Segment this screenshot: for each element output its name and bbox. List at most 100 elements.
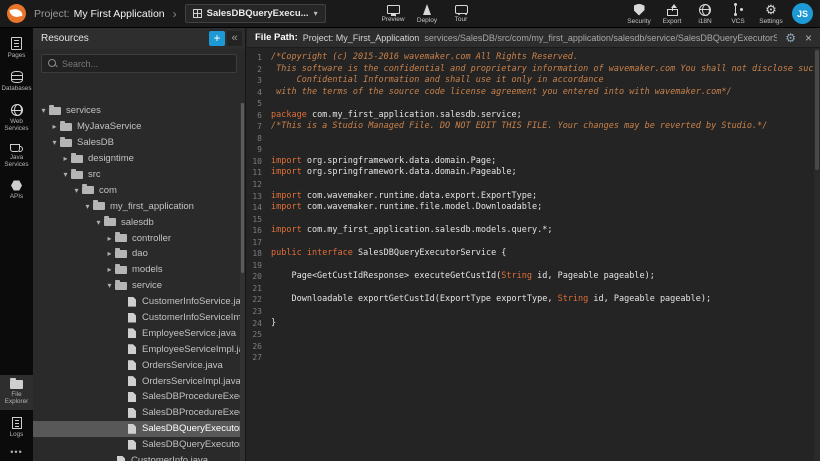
caret-down-icon[interactable]: ▾	[39, 106, 48, 115]
preview-button[interactable]: Preview	[378, 1, 408, 27]
tree-item[interactable]: ▸MyJavaService	[33, 119, 240, 135]
tree-item[interactable]: ▾SalesDB	[33, 135, 240, 151]
code-line: 17	[247, 237, 820, 249]
tree-item[interactable]: ▾com	[33, 182, 240, 198]
line-number: 3	[247, 75, 271, 87]
line-number: 21	[247, 283, 271, 295]
vcs-label: VCS	[731, 18, 744, 25]
tour-button[interactable]: Tour	[446, 1, 476, 27]
tree-item-label: salesdb	[121, 217, 154, 228]
tree-item[interactable]: ▸models	[33, 262, 240, 278]
editor-scrollbar[interactable]	[814, 48, 820, 461]
export-label: Export	[663, 18, 682, 25]
resources-scrollbar-thumb[interactable]	[241, 103, 244, 273]
code-text: Downloadable exportGetCustId(ExportType …	[271, 294, 558, 306]
sidebar-item-databases[interactable]: Databases	[0, 69, 33, 94]
line-number: 6	[247, 110, 271, 122]
tree-item[interactable]: OrdersServiceImpl.java	[33, 373, 240, 389]
resources-scrollbar[interactable]	[240, 103, 245, 461]
code-text: id, Pageable pageable);	[532, 271, 655, 283]
file-dropdown-value: SalesDBQueryExecu...	[207, 8, 309, 19]
project-name[interactable]: My First Application	[74, 8, 165, 20]
code-editor[interactable]: 1/*Copyright (c) 2015-2016 wavemaker.com…	[247, 48, 820, 461]
caret-down-icon[interactable]: ▾	[94, 218, 103, 227]
tree-item[interactable]: EmployeeServiceImpl.java	[33, 341, 240, 357]
close-file-icon[interactable]: ×	[805, 32, 812, 44]
tree-item[interactable]: ▾my_first_application	[33, 198, 240, 214]
caret-down-icon[interactable]: ▾	[105, 281, 114, 290]
line-number: 24	[247, 318, 271, 330]
caret-right-icon[interactable]: ▸	[50, 122, 59, 131]
user-avatar[interactable]: JS	[792, 3, 813, 24]
search-input[interactable]	[62, 59, 230, 69]
file-explorer-icon	[10, 380, 23, 389]
topbar: Project: My First Application › SalesDBQ…	[0, 0, 820, 28]
code-line: 2 This software is the confidential and …	[247, 64, 820, 76]
sidebar-item-more[interactable]: •••	[0, 445, 33, 459]
tree-item[interactable]: ▾ salesdb	[33, 214, 240, 230]
sidebar-item-pages[interactable]: Pages	[0, 35, 33, 61]
caret-down-icon[interactable]: ▾	[50, 138, 59, 147]
file-icon	[128, 297, 136, 307]
editor-scrollbar-thumb[interactable]	[815, 50, 819, 170]
deploy-button[interactable]: Deploy	[412, 1, 442, 27]
resource-tree: ▾services▸MyJavaService▾SalesDB▸designti…	[33, 103, 240, 461]
caret-right-icon[interactable]: ▸	[105, 234, 114, 243]
tree-item[interactable]: ▸dao	[33, 246, 240, 262]
code-line: 8	[247, 133, 820, 145]
settings-button[interactable]: ⚙ Settings	[756, 1, 786, 27]
tree-item[interactable]: ▸designtime	[33, 151, 240, 167]
security-button[interactable]: Security	[624, 1, 654, 27]
tree-item[interactable]: OrdersService.java	[33, 357, 240, 373]
tree-item[interactable]: EmployeeService.java	[33, 325, 240, 341]
main-area: File Path: Project: My_First_Application…	[247, 28, 820, 461]
line-number: 11	[247, 167, 271, 179]
tree-item[interactable]: CustomerInfoService.java	[33, 294, 240, 310]
export-button[interactable]: Export	[657, 1, 687, 27]
file-dropdown[interactable]: SalesDBQueryExecu... ▾	[185, 4, 326, 23]
sidebar-item-apis[interactable]: APIs	[0, 178, 33, 202]
wavemaker-logo-icon[interactable]	[7, 4, 26, 23]
code-line: 1/*Copyright (c) 2015-2016 wavemaker.com…	[247, 52, 820, 64]
resources-search	[41, 54, 237, 73]
i18n-button[interactable]: i18N	[690, 1, 720, 27]
code-line: 26	[247, 341, 820, 353]
tree-item[interactable]: ▾services	[33, 103, 240, 119]
caret-down-icon[interactable]: ▾	[61, 170, 70, 179]
tree-item[interactable]: CustomerInfoServiceImpl.java	[33, 310, 240, 326]
file-explorer-label: File Explorer	[1, 391, 32, 405]
tree-item[interactable]: ▾src	[33, 167, 240, 183]
code-line: 21	[247, 283, 820, 295]
caret-right-icon[interactable]: ▸	[61, 154, 70, 163]
tree-item-label: controller	[132, 233, 171, 244]
caret-down-icon[interactable]: ▾	[72, 186, 81, 195]
tree-item[interactable]: CustomerInfo.java	[33, 453, 240, 461]
tree-item[interactable]: ▸ controller	[33, 230, 240, 246]
topbar-right-actions: Security Export i18N VCS ⚙ Settings	[624, 1, 786, 27]
add-resource-button[interactable]: +	[209, 31, 225, 46]
caret-down-icon[interactable]: ▾	[83, 202, 92, 211]
line-number: 8	[247, 133, 271, 145]
sidebar-item-logs[interactable]: Logs	[0, 415, 33, 440]
preview-icon	[387, 5, 400, 14]
code-line: 22 Downloadable exportGetCustId(ExportTy…	[247, 294, 820, 306]
sidebar-item-java-services[interactable]: Java Services	[0, 142, 33, 170]
sidebar-item-web-services[interactable]: Web Services	[0, 102, 33, 134]
tree-item[interactable]: ▾service	[33, 278, 240, 294]
tree-item[interactable]: SalesDBProcedureExecutorService.java	[33, 389, 240, 405]
tree-item[interactable]: SalesDBProcedureExecutorServiceImpl.java	[33, 405, 240, 421]
sidebar-item-file-explorer[interactable]: File Explorer	[0, 375, 33, 410]
vcs-button[interactable]: VCS	[723, 1, 753, 27]
folder-icon	[71, 155, 83, 163]
caret-right-icon[interactable]: ▸	[105, 265, 114, 274]
deploy-label: Deploy	[417, 17, 437, 24]
code-text: org.springframework.data.domain.Pageable…	[302, 167, 517, 179]
export-icon	[667, 9, 678, 16]
tree-item[interactable]: SalesDBQueryExecutorService.java	[33, 421, 240, 437]
shield-icon	[634, 4, 645, 16]
tree-item[interactable]: SalesDBQueryExecutorServiceImpl.java	[33, 437, 240, 453]
file-settings-gear-icon[interactable]: ⚙	[785, 32, 796, 44]
caret-right-icon[interactable]: ▸	[105, 249, 114, 258]
collapse-panel-icon[interactable]: «	[227, 31, 242, 46]
tree-item-label: CustomerInfoServiceImpl.java	[142, 312, 240, 323]
